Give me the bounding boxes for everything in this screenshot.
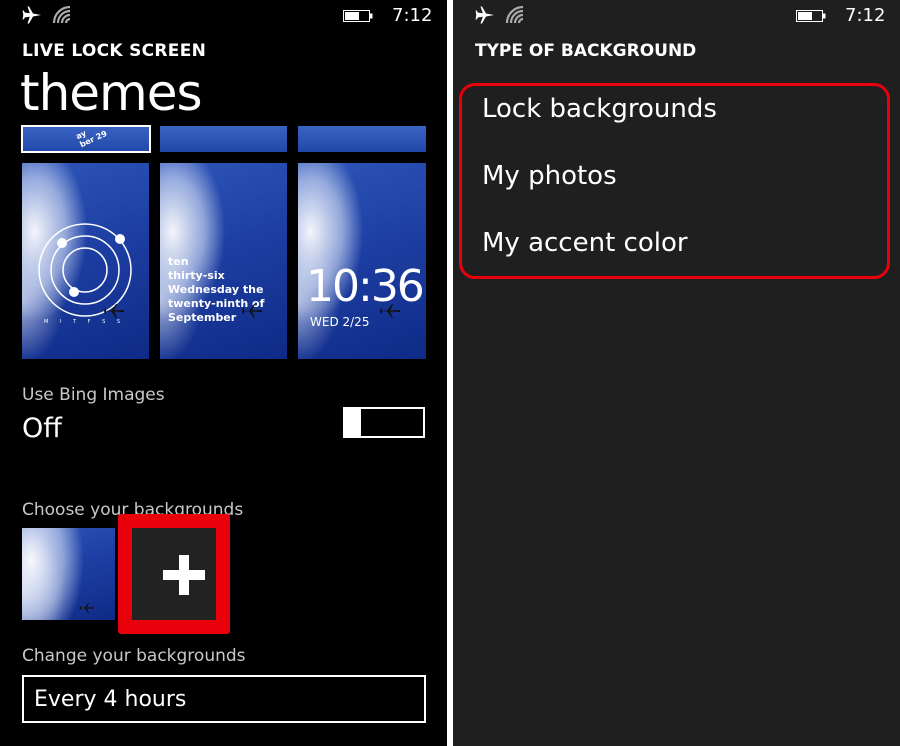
airplane-image [240,304,262,318]
picker-title: TYPE OF BACKGROUND [475,41,697,61]
theme-tile-analog[interactable]: M I T F S S [22,163,149,359]
left-phone-screen: 7:12 LIVE LOCK SCREEN themes ay ber 29 M… [0,0,447,746]
option-my-photos[interactable]: My photos [482,161,617,191]
dropdown-value: Every 4 hours [34,687,187,712]
app-title: LIVE LOCK SCREEN [22,41,207,61]
toggle-thumb [343,407,361,438]
airplane-image [78,602,94,614]
theme-tile-digital[interactable]: 10:36 WED 2/25 [298,163,426,359]
airplane-image [378,304,400,318]
battery-icon [343,10,373,22]
signal-icon [52,5,71,24]
airplane-icon [22,6,41,24]
digital-clock-time: 10:36 [306,261,425,312]
theme-tile-partial[interactable] [298,126,426,152]
digital-clock-date: WED 2/25 [310,315,370,329]
change-interval-dropdown[interactable]: Every 4 hours [22,675,426,723]
change-backgrounds-label: Change your backgrounds [22,646,246,666]
option-lock-backgrounds[interactable]: Lock backgrounds [482,94,717,124]
signal-icon [505,5,524,24]
clock-time: 7:12 [392,5,433,26]
clock-time: 7:12 [845,5,886,26]
bing-images-toggle[interactable] [343,407,425,438]
weekday-dots: M I T F S S [44,319,126,325]
tile-mini-text: ay ber 29 [74,128,109,150]
options-highlight: Lock backgrounds My photos My accent col… [459,83,890,279]
option-my-accent-color[interactable]: My accent color [482,228,688,258]
bing-images-value: Off [22,413,62,444]
airplane-image [102,304,124,318]
status-bar: 7:12 [453,0,900,32]
airplane-icon [475,6,494,24]
theme-tile-partial[interactable] [160,126,287,152]
status-bar: 7:12 [0,0,447,32]
add-background-button[interactable] [118,514,230,634]
plus-icon [163,555,205,595]
theme-tile-partial-selected[interactable]: ay ber 29 [21,125,151,153]
background-thumbnail[interactable] [22,528,115,620]
theme-tile-words[interactable]: ten thirty-six Wednesday the twenty-nint… [160,163,287,359]
right-phone-screen: 7:12 TYPE OF BACKGROUND Lock backgrounds… [453,0,900,746]
page-title: themes [20,64,203,122]
battery-icon [796,10,826,22]
bing-images-label: Use Bing Images [22,385,165,405]
